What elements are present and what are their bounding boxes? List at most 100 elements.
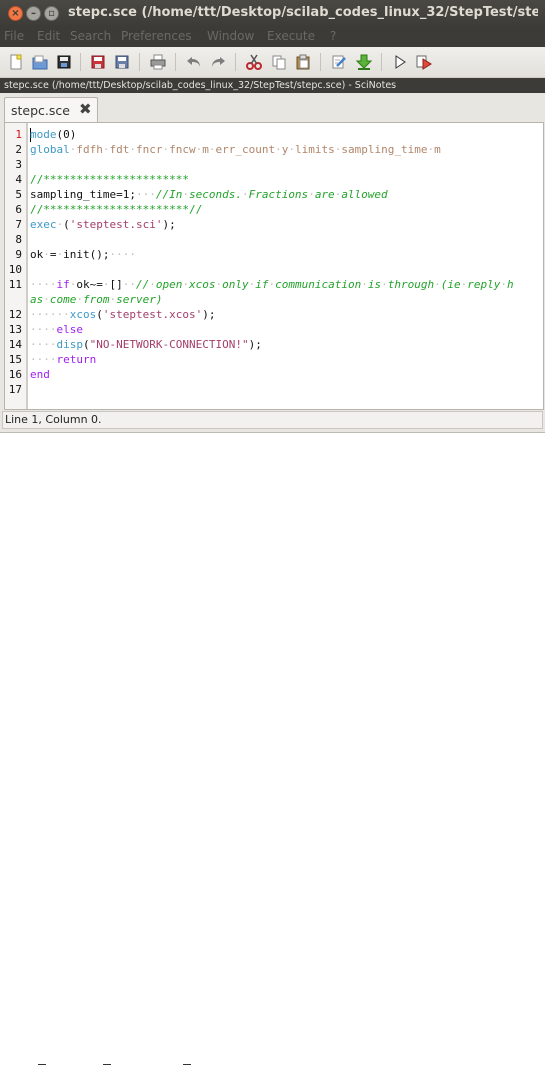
open-file-icon: [32, 55, 48, 70]
code-token: fdfh: [76, 143, 103, 156]
tab-stepc-sce[interactable]: stepc.sce ✖: [4, 97, 98, 123]
code-token: =: [49, 248, 57, 261]
menu-search[interactable]: Search: [70, 29, 111, 43]
menu-help[interactable]: ?: [330, 29, 336, 43]
underscore-mark: [38, 1064, 46, 1068]
line-number-gutter: 1 2 3 4 5 6 7 8 9 10 11 12 13 14 15 16 1…: [5, 123, 28, 409]
underscore-mark: [183, 1064, 191, 1068]
code-token: ····: [30, 353, 57, 366]
code-line[interactable]: mode(0): [30, 127, 76, 142]
code-line[interactable]: global·fdfh·fdt·fncr·fncw·m·err_count·y·…: [30, 142, 441, 157]
undo-icon: [187, 57, 200, 67]
code-line[interactable]: //**********************: [30, 172, 189, 187]
new-file-button[interactable]: [6, 52, 26, 72]
load-into-scilab-button[interactable]: [354, 52, 374, 72]
menu-file[interactable]: File: [4, 29, 24, 43]
save-as-button[interactable]: [112, 52, 132, 72]
menu-execute[interactable]: Execute: [267, 29, 315, 43]
comment-button[interactable]: [329, 52, 349, 72]
line-number: 6: [15, 203, 22, 216]
code-token: ····: [30, 323, 57, 336]
copy-button[interactable]: [269, 52, 289, 72]
code-line[interactable]: ····if·ok~=·[]··//·open·xcos·only·if·com…: [30, 277, 514, 292]
code-token: limits: [294, 143, 335, 156]
code-token: if: [255, 278, 269, 291]
code-line[interactable]: //**********************//: [30, 202, 202, 217]
minimize-window-button[interactable]: –: [26, 6, 41, 21]
line-number: 12: [8, 308, 22, 321]
paste-icon: [296, 54, 310, 70]
code-token: xcos: [69, 308, 97, 321]
code-token: ok~=: [76, 278, 103, 291]
line-number: 7: [15, 218, 22, 231]
code-token: ·: [434, 278, 441, 291]
code-line[interactable]: end: [30, 367, 50, 382]
code-line[interactable]: as·come·from·server): [30, 292, 162, 307]
code-line[interactable]: ····return: [30, 352, 96, 367]
code-token: seconds.: [188, 188, 242, 201]
tab-close-icon[interactable]: ✖: [79, 100, 92, 118]
code-token: from: [83, 293, 110, 306]
code-token: (: [83, 338, 90, 351]
undo-button[interactable]: [184, 52, 204, 72]
cut-icon: [246, 54, 262, 70]
code-line[interactable]: exec·('steptest.sci');: [30, 217, 176, 232]
code-editor[interactable]: 1 2 3 4 5 6 7 8 9 10 11 12 13 14 15 16 1…: [4, 122, 544, 410]
code-token: return: [56, 353, 97, 366]
maximize-window-button[interactable]: ▫: [44, 6, 59, 21]
code-line[interactable]: sampling_time=1;···//In·seconds.·Fractio…: [30, 187, 388, 202]
code-token: allowed: [341, 188, 388, 201]
redo-button[interactable]: [208, 52, 228, 72]
code-token: sampling_time: [341, 143, 428, 156]
path-bar: stepc.sce (/home/ttt/Desktop/scilab_code…: [0, 78, 545, 93]
code-token: if: [56, 278, 70, 291]
status-bar: Line 1, Column 0.: [2, 411, 543, 429]
line-number: 3: [15, 158, 22, 171]
cut-button[interactable]: [244, 52, 264, 72]
paste-button[interactable]: [293, 52, 313, 72]
code-token: mode: [30, 128, 57, 141]
line-number: 14: [8, 338, 22, 351]
code-token: as: [30, 293, 44, 306]
code-token: err_count: [215, 143, 276, 156]
code-token: xcos: [189, 278, 216, 291]
code-token: communication: [275, 278, 362, 291]
toolbar: [0, 47, 545, 78]
print-button[interactable]: [148, 52, 168, 72]
save-button[interactable]: [88, 52, 108, 72]
code-token: ·: [288, 143, 295, 156]
open-file-button[interactable]: [30, 52, 50, 72]
menu-window[interactable]: Window: [207, 29, 254, 43]
line-number: 8: [15, 233, 22, 246]
code-token: ··: [122, 278, 136, 291]
menu-edit[interactable]: Edit: [37, 29, 60, 43]
code-token: "NO-NETWORK-CONNECTION!": [89, 338, 249, 351]
code-line[interactable]: ······xcos('steptest.xcos');: [30, 307, 215, 322]
execute-button[interactable]: [390, 52, 410, 72]
code-line[interactable]: ····else: [30, 322, 83, 337]
code-line[interactable]: ok·=·init();····: [30, 247, 136, 262]
close-window-button[interactable]: ×: [8, 6, 23, 21]
code-token: );: [162, 218, 176, 231]
line-number: 13: [8, 323, 22, 336]
code-token: );: [248, 338, 262, 351]
code-token: open: [155, 278, 183, 291]
code-token: 'steptest.sci': [69, 218, 163, 231]
toolbar-separator: [320, 53, 321, 71]
code-token: ······: [30, 308, 70, 321]
code-token: m: [202, 143, 209, 156]
execute-with-echo-button[interactable]: [414, 52, 434, 72]
code-line[interactable]: ····disp("NO-NETWORK-CONNECTION!");: [30, 337, 262, 352]
maximize-icon: ▫: [48, 8, 55, 19]
code-token: only: [222, 278, 249, 291]
code-token: ·: [381, 278, 388, 291]
open-folder-button[interactable]: [54, 52, 74, 72]
toolbar-separator: [80, 53, 81, 71]
code-token: fncw: [169, 143, 196, 156]
code-token: exec: [30, 218, 57, 231]
title-bar[interactable]: × – ▫ stepc.sce (/home/ttt/Desktop/scila…: [0, 0, 545, 27]
menu-preferences[interactable]: Preferences: [121, 29, 192, 43]
code-token: ·: [129, 143, 136, 156]
code-token: ·: [241, 188, 249, 201]
code-token: ·: [208, 143, 216, 156]
